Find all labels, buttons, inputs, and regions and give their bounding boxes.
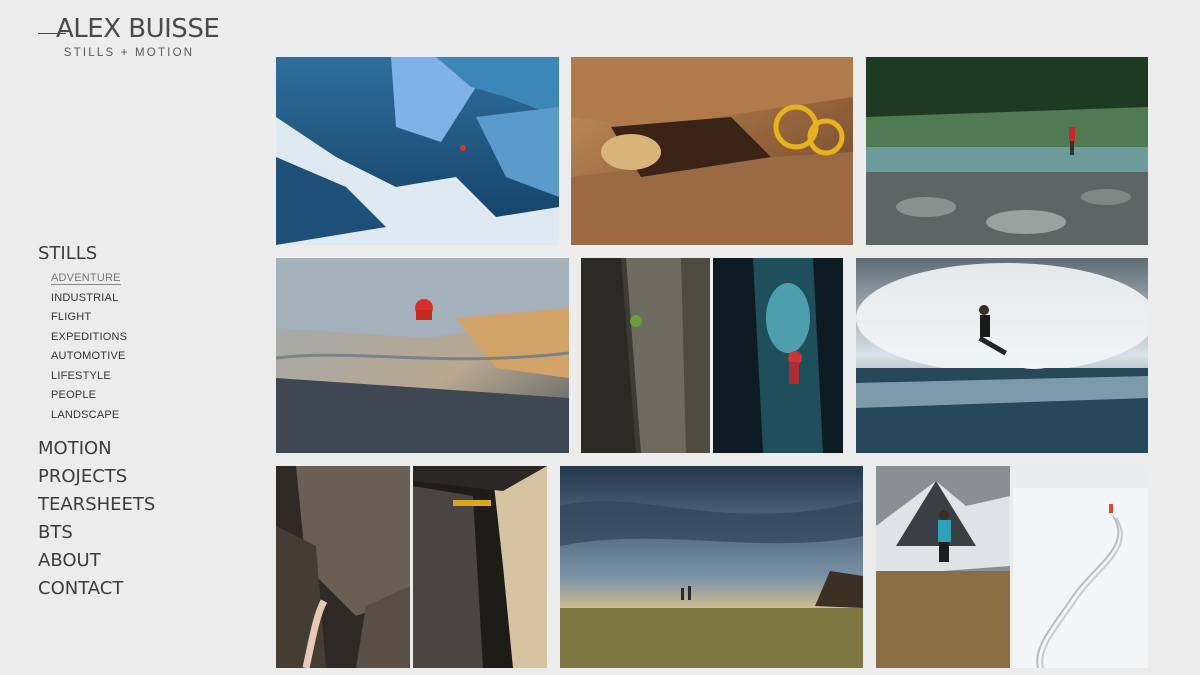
nav-item-about[interactable]: ABOUT: [38, 547, 155, 575]
subnav-label-adventure: ADVENTURE: [51, 272, 121, 285]
logo-title: ALEX BUISSE: [38, 14, 220, 44]
nav-item-projects[interactable]: PROJECTS: [38, 463, 155, 491]
photo-climber-on-overhanging-rock[interactable]: [276, 258, 569, 453]
photo-ice-climber-in-blue-cave[interactable]: [713, 258, 843, 453]
nav-item-bts[interactable]: BTS: [38, 519, 155, 547]
photo-ice-cave-climber[interactable]: [276, 57, 559, 245]
photo-hand-reaching-rock[interactable]: [276, 466, 410, 668]
logo-title-text: ALEX BUISSE: [56, 14, 220, 44]
subnav-item-landscape[interactable]: LANDSCAPE: [51, 406, 155, 426]
photo-trail-runner-in-mountains[interactable]: [876, 466, 1010, 668]
subnav-item-lifestyle[interactable]: LIFESTYLE: [51, 367, 155, 387]
subnav-item-industrial[interactable]: INDUSTRIAL: [51, 289, 155, 309]
logo-dash-icon: [38, 33, 66, 34]
nav-item-contact[interactable]: CONTACT: [38, 575, 155, 603]
main-navigation: STILLS ADVENTURE INDUSTRIAL FLIGHT EXPED…: [38, 240, 155, 603]
logo-subtitle: STILLS + MOTION: [63, 47, 195, 59]
subnav-item-flight[interactable]: FLIGHT: [51, 308, 155, 328]
photo-surfer-on-wave[interactable]: [856, 258, 1148, 453]
stills-submenu: ADVENTURE INDUSTRIAL FLIGHT EXPEDITIONS …: [51, 269, 155, 425]
nav-item-tearsheets[interactable]: TEARSHEETS: [38, 491, 155, 519]
photo-skier-tracks-in-snow[interactable]: [1013, 466, 1148, 668]
photo-crack-climber-with-camming-devices[interactable]: [571, 57, 853, 245]
subnav-item-expeditions[interactable]: EXPEDITIONS: [51, 328, 155, 348]
photo-hand-in-crack[interactable]: [413, 466, 547, 668]
subnav-item-automotive[interactable]: AUTOMOTIVE: [51, 347, 155, 367]
site-logo[interactable]: ALEX BUISSE STILLS + MOTION: [38, 14, 220, 59]
photo-trail-runner-crossing-river[interactable]: [866, 57, 1148, 245]
photo-runners-in-grassland-under-stormy-sky[interactable]: [560, 466, 863, 668]
nav-item-motion[interactable]: MOTION: [38, 435, 155, 463]
subnav-item-adventure[interactable]: ADVENTURE: [51, 269, 155, 289]
photo-climber-on-limestone-wall[interactable]: [581, 258, 710, 453]
nav-item-stills[interactable]: STILLS: [38, 240, 155, 268]
subnav-item-people[interactable]: PEOPLE: [51, 386, 155, 406]
